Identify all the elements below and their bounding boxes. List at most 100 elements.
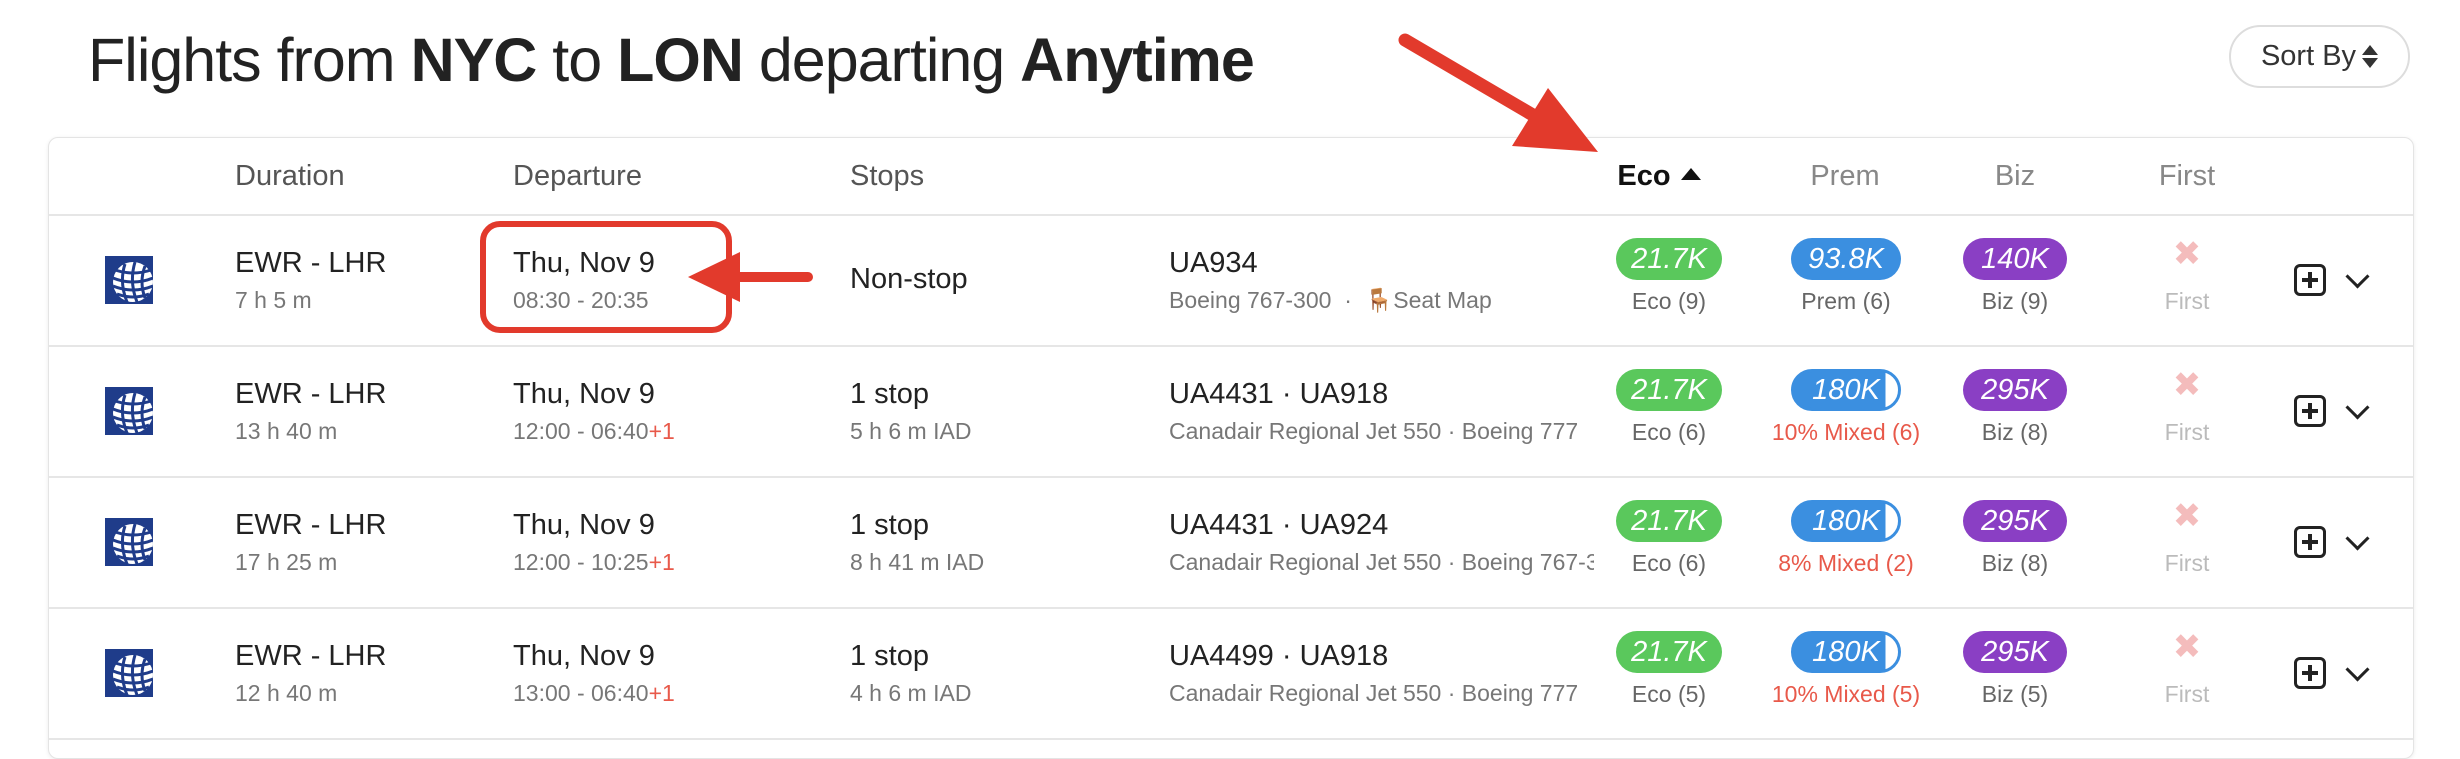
- x-mark-icon: ✖: [2172, 235, 2202, 273]
- united-airlines-globe-icon: [105, 387, 153, 435]
- column-eco-label: Eco: [1617, 160, 1671, 192]
- departure-times: 12:00 - 06:40: [513, 418, 649, 444]
- column-duration[interactable]: Duration: [235, 138, 345, 214]
- aircraft: Canadair Regional Jet 550 · Boeing 777: [1169, 680, 1579, 706]
- duration-cell: EWR - LHR 13 h 40 m: [235, 377, 386, 445]
- flight-numbers[interactable]: UA4431 · UA924: [1169, 508, 1594, 542]
- sort-ascending-icon: [1680, 168, 1701, 181]
- first-fare-label: First: [2164, 419, 2210, 445]
- departure-cell: Thu, Nov 9 08:30 - 20:35: [513, 246, 655, 314]
- route: EWR - LHR: [235, 640, 387, 672]
- title-mid: to: [536, 26, 618, 94]
- prem-fare-label: 10% Mixed (5): [1771, 681, 1921, 707]
- plus-square-icon[interactable]: [2294, 395, 2326, 427]
- stops-cell: 1 stop 5 h 6 m IAD: [850, 377, 971, 445]
- biz-fare-label: Biz (8): [1981, 419, 2049, 445]
- separator: ·: [1344, 287, 1352, 313]
- departure-cell: Thu, Nov 9 12:00 - 06:40+1: [513, 377, 675, 445]
- departure-date: Thu, Nov 9: [513, 509, 655, 541]
- column-eco[interactable]: Eco: [1589, 138, 1729, 214]
- departure-times: 13:00 - 06:40: [513, 680, 649, 706]
- sort-by-button[interactable]: Sort By: [2229, 25, 2410, 88]
- prem-price-pill[interactable]: 93.8K: [1791, 238, 1901, 280]
- red-arrow-icon: [1398, 33, 1598, 152]
- route: EWR - LHR: [235, 509, 387, 541]
- stops: 1 stop: [850, 378, 929, 410]
- x-mark-icon: ✖: [2172, 628, 2202, 666]
- eco-fare-label: Eco (6): [1631, 419, 1707, 445]
- stops-cell: Non-stop: [850, 262, 968, 296]
- eco-price-pill[interactable]: 21.7K: [1616, 500, 1722, 542]
- aircraft: Canadair Regional Jet 550 · Boeing 777: [1169, 418, 1579, 444]
- aircraft: Canadair Regional Jet 550 · Boeing 767-3: [1169, 549, 1594, 575]
- flight-row[interactable]: EWR - LHR 7 h 5 m Thu, Nov 9 08:30 - 20:35 N…: [49, 216, 2413, 347]
- departure-cell: Thu, Nov 9 12:00 - 10:25+1: [513, 508, 675, 576]
- departure-date: Thu, Nov 9: [513, 640, 655, 672]
- chevron-down-icon[interactable]: [2345, 657, 2370, 682]
- first-fare-label: First: [2164, 550, 2210, 576]
- next-day-badge: +1: [648, 418, 675, 444]
- prem-fare-label: Prem (6): [1801, 288, 1891, 314]
- plus-square-icon[interactable]: [2294, 264, 2326, 296]
- sort-by-label: Sort By: [2260, 40, 2357, 72]
- flight-info-cell: UA4431 · UA924 Canadair Regional Jet 550 …: [1169, 508, 1594, 576]
- next-day-badge: +1: [648, 549, 675, 575]
- title-when: Anytime: [1020, 26, 1255, 94]
- flight-info-cell: UA4431 · UA918 Canadair Regional Jet 550 …: [1169, 377, 1594, 445]
- united-airlines-globe-icon: [105, 649, 153, 697]
- departure-date: Thu, Nov 9: [513, 378, 655, 410]
- eco-price-pill[interactable]: 21.7K: [1616, 369, 1722, 411]
- prem-price-pill[interactable]: 180K: [1791, 631, 1901, 673]
- eco-fare-label: Eco (9): [1631, 288, 1707, 314]
- united-airlines-globe-icon: [105, 518, 153, 566]
- title-mid2: departing: [742, 26, 1021, 94]
- duration-cell: EWR - LHR 7 h 5 m: [235, 246, 386, 314]
- title-prefix: Flights from: [88, 26, 411, 94]
- eco-fare-label: Eco (6): [1631, 550, 1707, 576]
- biz-fare-label: Biz (8): [1981, 550, 2049, 576]
- next-day-badge: +1: [648, 680, 675, 706]
- departure-times: 08:30 - 20:35: [513, 287, 649, 313]
- biz-price-pill[interactable]: 295K: [1963, 500, 2067, 542]
- first-fare-label: First: [2164, 681, 2210, 707]
- column-first[interactable]: First: [2117, 138, 2257, 214]
- page-title: Flights from NYC to LON departing Anytim…: [88, 18, 1255, 102]
- eco-price-pill[interactable]: 21.7K: [1616, 238, 1722, 280]
- eco-price-pill[interactable]: 21.7K: [1616, 631, 1722, 673]
- layover-detail: 4 h 6 m IAD: [850, 680, 972, 706]
- biz-price-pill[interactable]: 295K: [1963, 369, 2067, 411]
- flights-table: Duration Departure Stops Eco Prem Biz Fi…: [48, 137, 2414, 759]
- route: EWR - LHR: [235, 378, 387, 410]
- route: EWR - LHR: [235, 247, 387, 279]
- plus-square-icon[interactable]: [2294, 657, 2326, 689]
- layover-detail: 8 h 41 m IAD: [850, 549, 985, 575]
- duration: 17 h 25 m: [235, 549, 338, 575]
- biz-price-pill[interactable]: 140K: [1963, 238, 2067, 280]
- stops: Non-stop: [850, 263, 968, 295]
- flight-row[interactable]: EWR - LHR 12 h 40 m Thu, Nov 9 13:00 - 06:4…: [49, 609, 2413, 740]
- table-header: Duration Departure Stops Eco Prem Biz Fi…: [49, 138, 2413, 216]
- prem-price-pill[interactable]: 180K: [1791, 500, 1901, 542]
- chevron-down-icon[interactable]: [2345, 264, 2370, 289]
- flight-numbers[interactable]: UA934: [1169, 246, 1594, 280]
- departure-times: 12:00 - 10:25: [513, 549, 649, 575]
- title-origin: NYC: [410, 26, 538, 94]
- flight-row[interactable]: EWR - LHR 13 h 40 m Thu, Nov 9 12:00 - 06:4…: [49, 347, 2413, 478]
- chevron-down-icon[interactable]: [2345, 526, 2370, 551]
- prem-price-pill[interactable]: 180K: [1791, 369, 1901, 411]
- seat-map-link[interactable]: Seat Map: [1393, 287, 1491, 313]
- chevron-down-icon[interactable]: [2345, 395, 2370, 420]
- biz-price-pill[interactable]: 295K: [1963, 631, 2067, 673]
- column-biz[interactable]: Biz: [1945, 138, 2085, 214]
- flight-numbers[interactable]: UA4431 · UA918: [1169, 377, 1594, 411]
- title-destination: LON: [617, 26, 744, 94]
- plus-square-icon[interactable]: [2294, 526, 2326, 558]
- flight-row[interactable]: EWR - LHR 17 h 25 m Thu, Nov 9 12:00 - 10:2…: [49, 478, 2413, 609]
- flight-numbers[interactable]: UA4499 · UA918: [1169, 639, 1594, 673]
- column-prem[interactable]: Prem: [1775, 138, 1915, 214]
- column-stops[interactable]: Stops: [850, 138, 924, 214]
- seat-icon: 🪑: [1364, 287, 1394, 313]
- column-departure[interactable]: Departure: [513, 138, 642, 214]
- first-fare-label: First: [2164, 288, 2210, 314]
- duration-cell: EWR - LHR 17 h 25 m: [235, 508, 386, 576]
